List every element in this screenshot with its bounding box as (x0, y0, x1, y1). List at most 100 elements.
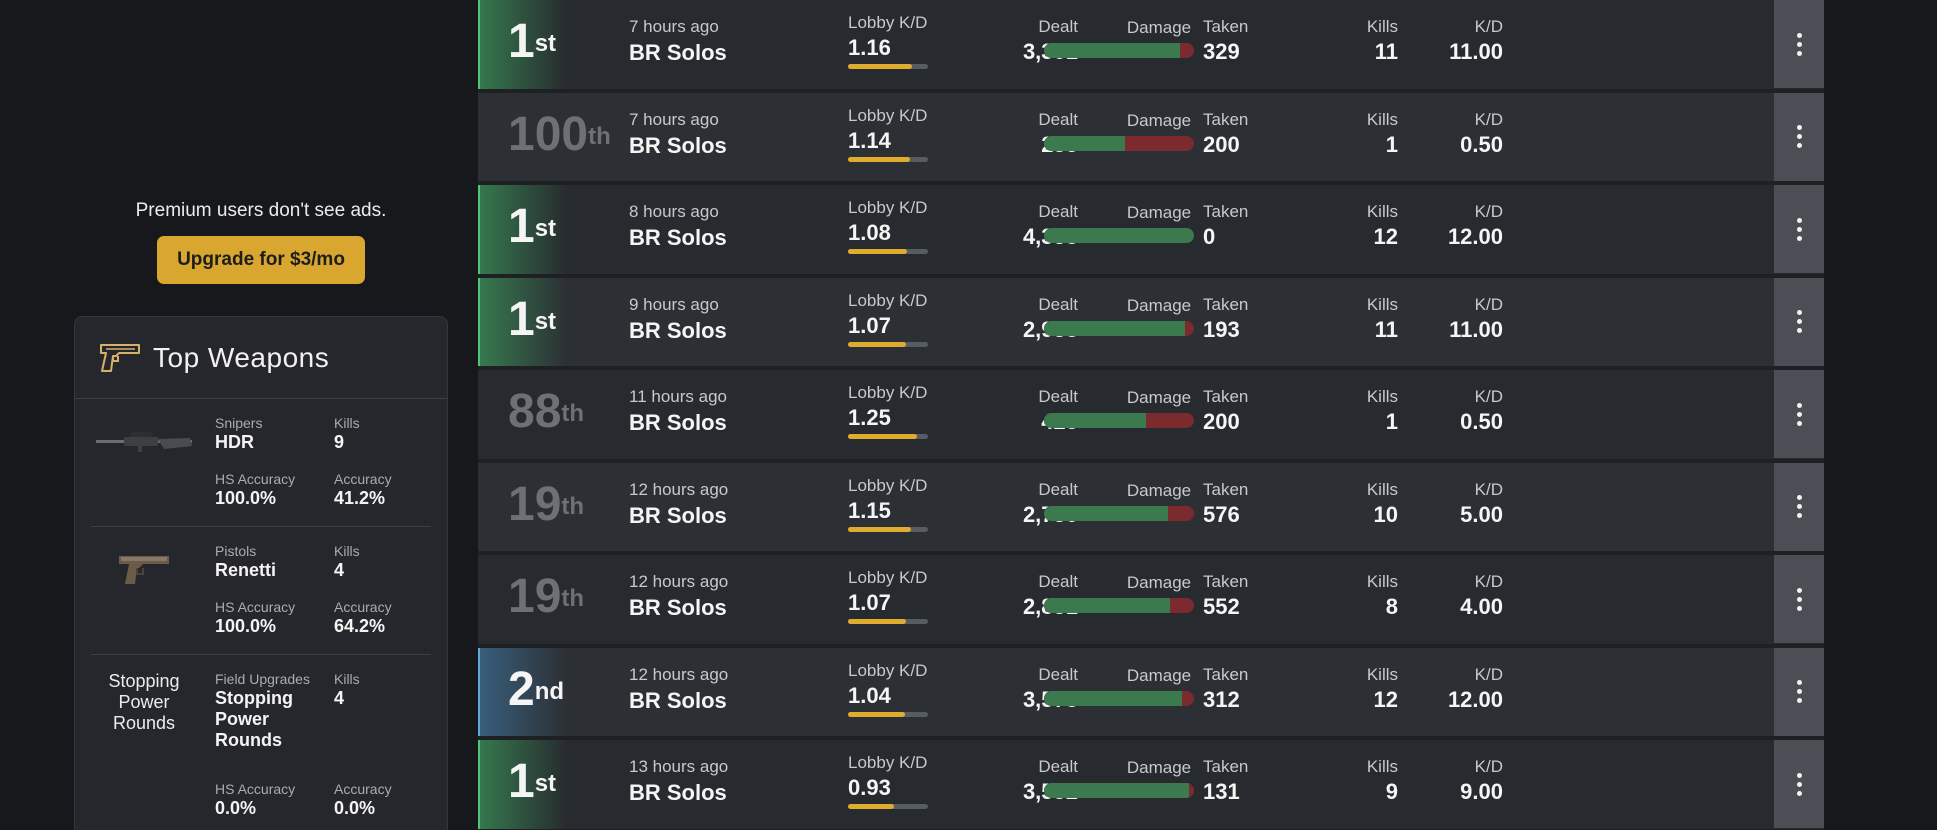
weapon-hs-accuracy: 100.0% (215, 488, 277, 508)
dealt-label: Dealt (1038, 109, 1078, 129)
taken-label: Taken (1203, 294, 1249, 314)
lobby-kd-value: 1.25 (848, 405, 891, 430)
lobby-kd-fill (848, 249, 908, 254)
lobby-kd-fill (848, 619, 907, 624)
top-weapons-title: Top Weapons (153, 341, 330, 373)
kd-label: K/D (1474, 109, 1503, 129)
more-options-button[interactable] (1774, 462, 1824, 551)
match-mode: BR Solos (629, 687, 727, 713)
more-options-button[interactable] (1774, 647, 1824, 736)
lobby-kd-bar (848, 64, 928, 69)
dealt-label: Dealt (1038, 572, 1078, 591)
weapon-category: Field Upgrades (215, 671, 310, 687)
match-row[interactable]: 2nd 12 hours ago BR Solos Lobby K/D 1.04… (478, 647, 1824, 740)
weapon-accuracy: 41.2% (334, 488, 386, 508)
damage-bar (1044, 413, 1194, 428)
lobby-kd-bar (848, 249, 928, 254)
kills-value: 9 (1385, 779, 1398, 804)
taken-value: 552 (1203, 594, 1240, 619)
taken-label: Taken (1203, 387, 1249, 406)
damage-dealt-fill (1044, 43, 1181, 58)
more-options-button[interactable] (1774, 0, 1824, 88)
more-options-button[interactable] (1774, 185, 1824, 273)
match-time: 8 hours ago (629, 202, 719, 221)
weapon-image-text: Stopping Power Rounds (108, 671, 180, 733)
kills-value: 1 (1385, 131, 1398, 157)
more-options-button[interactable] (1774, 92, 1824, 181)
match-row[interactable]: 19th 12 hours ago BR Solos Lobby K/D 1.1… (478, 462, 1824, 555)
match-row[interactable]: 100th 7 hours ago BR Solos Lobby K/D 1.1… (478, 92, 1824, 185)
match-row[interactable]: 19th 12 hours ago BR Solos Lobby K/D 1.0… (478, 555, 1824, 648)
taken-label: Taken (1203, 572, 1249, 591)
damage-dealt-fill (1044, 135, 1125, 151)
placement: 19th (508, 570, 585, 623)
lobby-kd-value: 1.07 (848, 590, 891, 615)
sniper-rifle-image (91, 421, 197, 461)
placement-suffix: st (534, 307, 557, 335)
match-time: 13 hours ago (629, 757, 729, 776)
damage-bar (1044, 783, 1194, 798)
lobby-kd-bar (848, 156, 928, 162)
lobby-kd-fill (848, 434, 917, 439)
kills-value: 12 (1373, 224, 1398, 249)
lobby-kd-fill (848, 804, 894, 809)
more-options-button[interactable] (1774, 555, 1824, 643)
lobby-kd-label: Lobby K/D (848, 198, 928, 217)
placement-suffix: st (534, 215, 557, 242)
more-options-button[interactable] (1774, 370, 1824, 458)
more-vertical-icon (1796, 680, 1802, 703)
premium-promo: Premium users don't see ads. Upgrade for… (74, 200, 448, 284)
kills-label: Kills (1366, 202, 1398, 221)
dealt-label: Dealt (1038, 17, 1078, 36)
kd-value: 11.00 (1449, 316, 1503, 342)
dealt-label: Dealt (1038, 757, 1078, 776)
taken-value: 576 (1203, 501, 1240, 527)
kills-label: Kills (1366, 479, 1398, 499)
match-row[interactable]: 1st 9 hours ago BR Solos Lobby K/D 1.07 … (478, 277, 1824, 370)
kills-label: Kills (1366, 664, 1398, 684)
damage-bar (1044, 320, 1194, 336)
top-weapons-header: Top Weapons (75, 317, 447, 399)
damage-dealt-fill (1044, 690, 1182, 706)
match-mode: BR Solos (629, 410, 727, 435)
damage-dealt-fill (1044, 320, 1185, 336)
kd-value: 12.00 (1447, 686, 1503, 712)
damage-bar (1044, 43, 1194, 58)
weapon-item[interactable]: Snipers HDR Kills 9 HS Accuracy 100.0% A… (91, 399, 431, 527)
lobby-kd-bar (848, 711, 928, 717)
damage-bar (1044, 690, 1194, 706)
taken-value: 0 (1203, 224, 1216, 249)
lobby-kd-label: Lobby K/D (848, 660, 928, 680)
kd-label: K/D (1474, 202, 1503, 221)
taken-label: Taken (1203, 757, 1249, 776)
taken-value: 193 (1203, 316, 1240, 342)
taken-label: Taken (1203, 202, 1249, 221)
placement-suffix: th (561, 585, 585, 612)
match-row[interactable]: 88th 11 hours ago BR Solos Lobby K/D 1.2… (478, 370, 1824, 463)
lobby-kd-bar (848, 434, 928, 439)
promo-text: Premium users don't see ads. (135, 200, 387, 221)
weapon-accuracy-label: Accuracy (334, 781, 392, 797)
lobby-kd-value: 1.07 (848, 312, 891, 338)
weapon-kills: 4 (334, 560, 345, 580)
match-row[interactable]: 1st 8 hours ago BR Solos Lobby K/D 1.08 … (478, 185, 1824, 278)
match-row[interactable]: 1st 7 hours ago BR Solos Lobby K/D 1.16 … (478, 0, 1824, 93)
weapon-item[interactable]: Pistols Renetti Kills 4 HS Accuracy 100.… (91, 527, 431, 655)
dealt-label: Dealt (1038, 294, 1078, 314)
weapon-kills: 4 (334, 688, 345, 708)
kd-value: 5.00 (1460, 501, 1503, 527)
more-options-button[interactable] (1774, 740, 1824, 828)
match-time: 9 hours ago (629, 294, 719, 314)
lobby-kd-fill (848, 64, 912, 69)
match-row[interactable]: 1st 13 hours ago BR Solos Lobby K/D 0.93… (478, 740, 1824, 830)
lobby-kd-bar (848, 804, 928, 809)
more-options-button[interactable] (1774, 277, 1824, 366)
weapon-item[interactable]: Stopping Power Rounds Field Upgrades Sto… (91, 655, 431, 825)
upgrade-button[interactable]: Upgrade for $3/mo (157, 236, 365, 284)
placement-suffix: nd (534, 677, 565, 705)
more-vertical-icon (1796, 495, 1802, 518)
damage-bar (1044, 598, 1194, 613)
placement-suffix: th (588, 122, 611, 150)
damage-dealt-fill (1044, 783, 1189, 798)
taken-label: Taken (1203, 17, 1249, 36)
